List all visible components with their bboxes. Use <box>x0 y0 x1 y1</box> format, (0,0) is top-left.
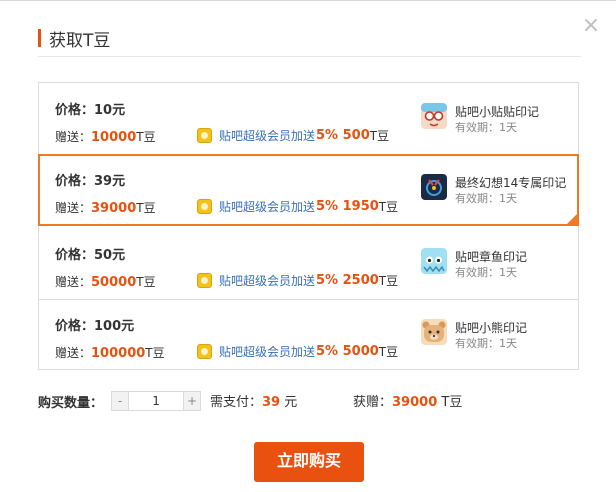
package-price: 价格：39元 <box>55 174 126 189</box>
badge-name: 最终幻想14专属印记 <box>455 176 567 190</box>
package-gift: 赠送：10000T豆 <box>55 128 156 145</box>
purchase-dialog: 获取T豆 × 价格：10元 赠送：10000T豆 贴吧超级会员加送 5% 500 T… <box>0 0 616 492</box>
dialog-header: 获取T豆 <box>38 27 111 51</box>
badge-name: 贴吧章鱼印记 <box>455 250 528 264</box>
gift-total-amount: 39000 <box>392 395 438 410</box>
badge-name: 贴吧小熊印记 <box>455 321 528 335</box>
vip-bonus-link[interactable]: 贴吧超级会员加送 <box>219 198 315 215</box>
badge-tiebie-icon <box>421 103 447 129</box>
gift-unit: T豆 <box>136 201 156 215</box>
vip-icon <box>197 344 212 359</box>
vip-bonus-amount: 5% 5000 <box>316 344 379 359</box>
quantity-row: 购买数量： - + <box>38 391 202 411</box>
vip-bonus: 贴吧超级会员加送 5% 5000 T豆 <box>197 343 398 360</box>
package-price: 价格：100元 <box>55 319 135 334</box>
package-badge: 最终幻想14专属印记 有效期：1天 <box>419 168 566 212</box>
payment-amount: 39 <box>262 395 281 410</box>
badge-validity: 有效期：1天 <box>455 121 517 134</box>
badge-validity: 有效期：1天 <box>455 266 517 279</box>
package-gift: 赠送：50000T豆 <box>55 273 156 290</box>
gift-unit: T豆 <box>145 346 165 360</box>
gift-total-unit: T豆 <box>441 395 463 410</box>
vip-icon <box>197 128 212 143</box>
package-badge: 贴吧章鱼印记 有效期：1天 <box>419 242 549 286</box>
quantity-minus-button[interactable]: - <box>112 392 129 410</box>
package-price: 价格：10元 <box>55 103 126 118</box>
gift-prefix: 赠送： <box>55 275 92 289</box>
vip-bonus: 贴吧超级会员加送 5% 1950 T豆 <box>197 198 398 215</box>
gift-amount: 100000 <box>91 346 146 361</box>
vip-bonus-amount: 5% 500 <box>316 128 370 143</box>
gift-total-prefix: 获赠： <box>353 395 393 410</box>
badge-octopus-icon <box>421 248 447 274</box>
payment-total: 需支付：39 元 <box>210 391 297 410</box>
title-divider <box>38 56 581 57</box>
vip-bonus-unit: T豆 <box>378 274 399 288</box>
package-option-10[interactable]: 价格：10元 赠送：10000T豆 贴吧超级会员加送 5% 500 T豆 贴吧小贴贴… <box>39 83 578 155</box>
package-list: 价格：10元 赠送：10000T豆 贴吧超级会员加送 5% 500 T豆 贴吧小贴贴… <box>38 82 579 370</box>
vip-bonus: 贴吧超级会员加送 5% 2500 T豆 <box>197 272 398 289</box>
vip-bonus-link[interactable]: 贴吧超级会员加送 <box>219 127 315 144</box>
package-price: 价格：50元 <box>55 248 126 263</box>
badge-ff14-icon <box>421 174 447 200</box>
gift-amount: 10000 <box>91 130 137 145</box>
gift-amount: 39000 <box>91 201 137 216</box>
vip-bonus-amount: 5% 2500 <box>316 273 379 288</box>
vip-bonus-unit: T豆 <box>369 129 390 143</box>
badge-name: 贴吧小贴贴印记 <box>455 105 540 119</box>
vip-bonus: 贴吧超级会员加送 5% 500 T豆 <box>197 127 389 144</box>
package-option-50[interactable]: 价格：50元 赠送：50000T豆 贴吧超级会员加送 5% 2500 T豆 贴吧章鱼… <box>39 228 578 300</box>
gift-prefix: 赠送： <box>55 130 92 144</box>
quantity-input[interactable] <box>128 392 185 410</box>
package-gift: 赠送：39000T豆 <box>55 199 156 216</box>
vip-bonus-link[interactable]: 贴吧超级会员加送 <box>219 272 315 289</box>
gift-unit: T豆 <box>136 275 156 289</box>
vip-icon <box>197 199 212 214</box>
gift-total: 获赠：39000 T豆 <box>353 391 462 410</box>
package-gift: 赠送：100000T豆 <box>55 344 165 361</box>
vip-bonus-unit: T豆 <box>378 345 399 359</box>
selected-check-icon <box>566 213 578 225</box>
vip-bonus-link[interactable]: 贴吧超级会员加送 <box>219 343 315 360</box>
payment-prefix: 需支付： <box>210 395 263 410</box>
badge-validity: 有效期：1天 <box>455 337 517 350</box>
package-badge: 贴吧小熊印记 有效期：1天 <box>419 313 549 357</box>
quantity-stepper: - + <box>111 391 202 411</box>
quantity-label: 购买数量： <box>38 395 104 411</box>
vip-icon <box>197 273 212 288</box>
badge-bear-icon <box>421 319 447 345</box>
badge-validity: 有效期：1天 <box>455 192 517 205</box>
gift-unit: T豆 <box>136 130 156 144</box>
package-option-100[interactable]: 价格：100元 赠送：100000T豆 贴吧超级会员加送5% 5000T豆 <box>39 299 578 371</box>
buy-now-button[interactable]: 立即购买 <box>254 442 364 482</box>
gift-prefix: 赠送： <box>55 201 92 215</box>
quantity-plus-button[interactable]: + <box>184 392 201 410</box>
gift-amount: 50000 <box>91 275 137 290</box>
package-badge: 贴吧小贴贴印记 有效期：1天 <box>419 97 549 141</box>
title-accent-bar <box>38 29 41 47</box>
close-icon[interactable]: × <box>580 15 602 37</box>
vip-bonus-amount: 5% 1950 <box>316 199 379 214</box>
dialog-title: 获取T豆 <box>49 30 111 51</box>
vip-bonus-unit: T豆 <box>378 200 399 214</box>
payment-unit: 元 <box>284 395 298 410</box>
package-option-39[interactable]: 价格：39元 赠送：39000T豆 贴吧超级会员加送 5% 1950 T豆 最终幻想… <box>38 154 579 226</box>
gift-prefix: 赠送： <box>55 346 92 360</box>
